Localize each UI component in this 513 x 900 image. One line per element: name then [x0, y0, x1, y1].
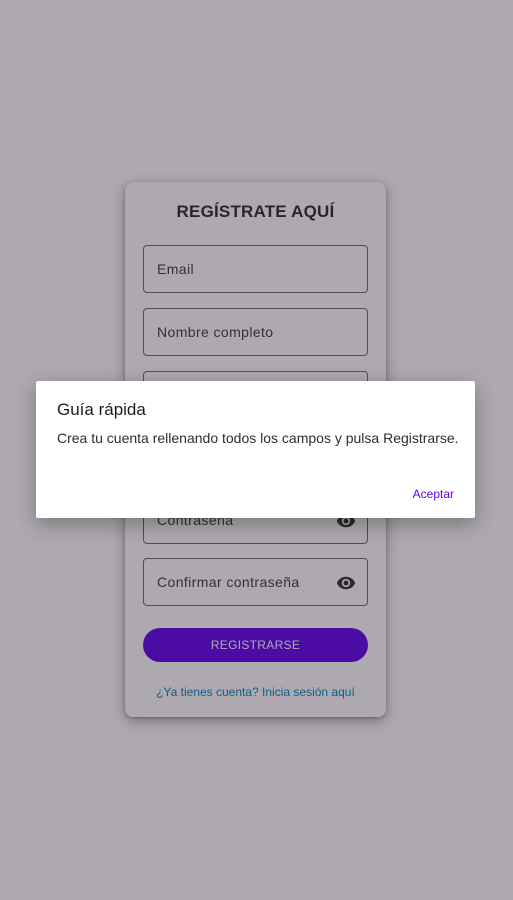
dialog-message: Crea tu cuenta rellenando todos los camp… — [57, 430, 459, 446]
dialog-title: Guía rápida — [57, 400, 146, 419]
accept-button[interactable]: Aceptar — [413, 487, 454, 501]
quick-guide-dialog: Guía rápida Crea tu cuenta rellenando to… — [36, 381, 475, 518]
